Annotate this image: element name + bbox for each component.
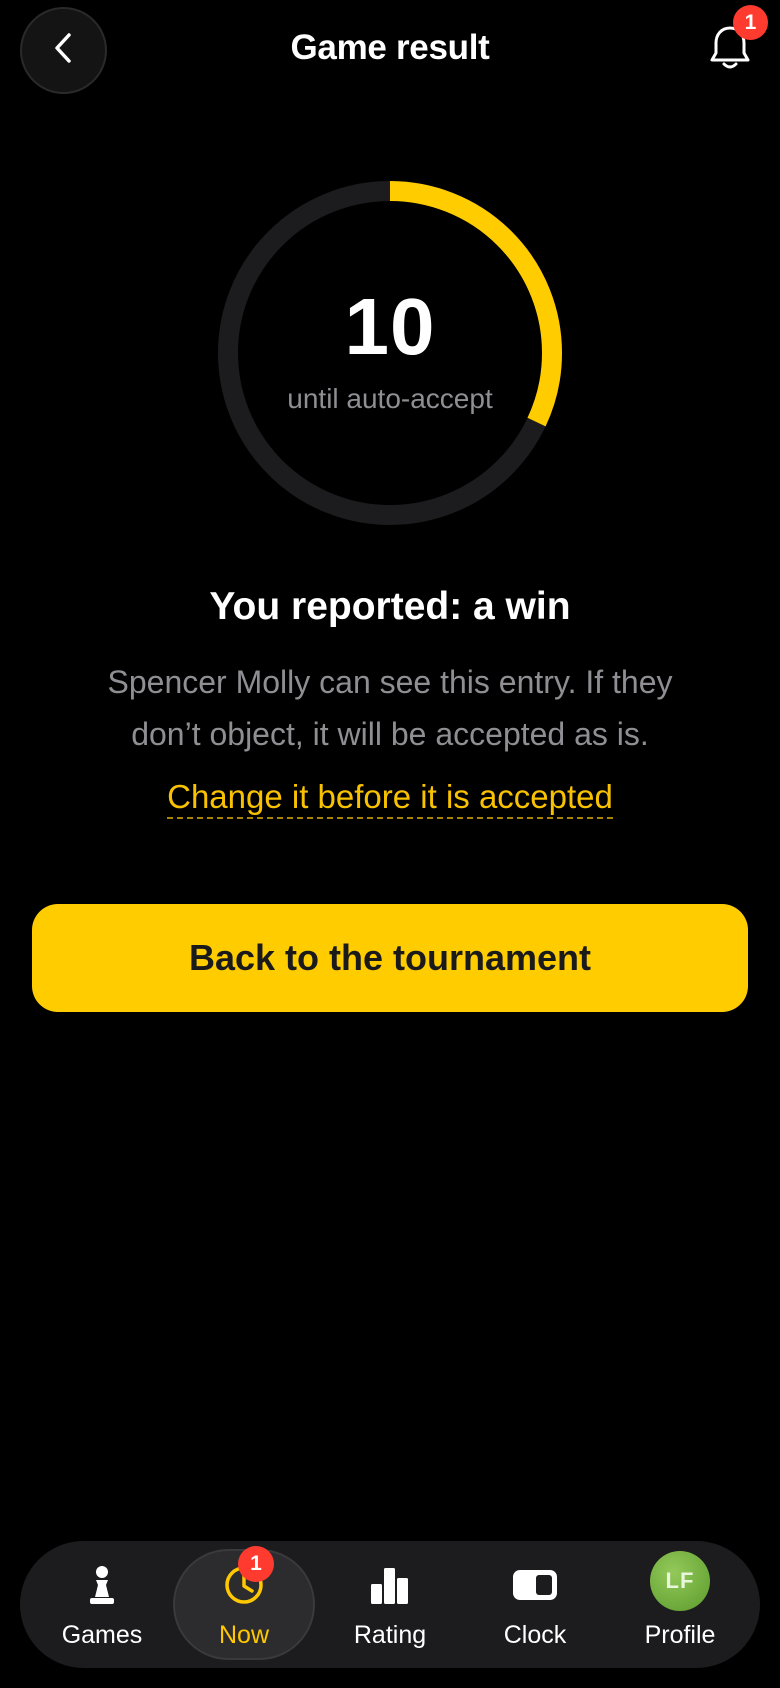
pawn-icon	[77, 1563, 127, 1607]
tab-now-label: Now	[218, 1621, 269, 1649]
result-heading: You reported: a win	[209, 585, 571, 628]
timer-caption: until auto-accept	[287, 383, 493, 414]
tab-clock-label: Clock	[503, 1621, 567, 1649]
page-title: Game result	[290, 28, 490, 67]
change-result-link[interactable]: Change it before it is accepted	[167, 778, 613, 819]
auto-accept-timer: 10 until auto-accept	[215, 178, 565, 528]
tab-clock[interactable]: Clock	[465, 1541, 605, 1668]
result-description: Spencer Molly can see this entry. If the…	[107, 664, 673, 752]
game-result-screen: Game result 1 10 until auto-accept You r…	[0, 0, 780, 1688]
back-to-tournament-button[interactable]: Back to the tournament	[32, 904, 748, 1012]
avatar-initials: LF	[650, 1551, 710, 1611]
tab-games-label: Games	[61, 1621, 143, 1649]
tab-rating-label: Rating	[353, 1621, 427, 1649]
tab-profile[interactable]: LF Profile	[610, 1541, 750, 1668]
bottom-tab-bar: Games Now Rating Clock LF Profile	[20, 1541, 760, 1668]
notification-badge: 1	[733, 5, 768, 40]
chess-clock-icon	[510, 1563, 560, 1607]
change-result-link-row: Change it before it is accepted	[0, 778, 780, 819]
avatar: LF	[650, 1551, 710, 1611]
tab-games[interactable]: Games	[32, 1541, 172, 1668]
tab-profile-label: Profile	[644, 1621, 716, 1649]
bar-chart-icon	[365, 1563, 415, 1607]
now-tab-badge: 1	[238, 1546, 274, 1582]
tab-rating[interactable]: Rating	[320, 1541, 460, 1668]
timer-value: 10	[344, 282, 436, 371]
